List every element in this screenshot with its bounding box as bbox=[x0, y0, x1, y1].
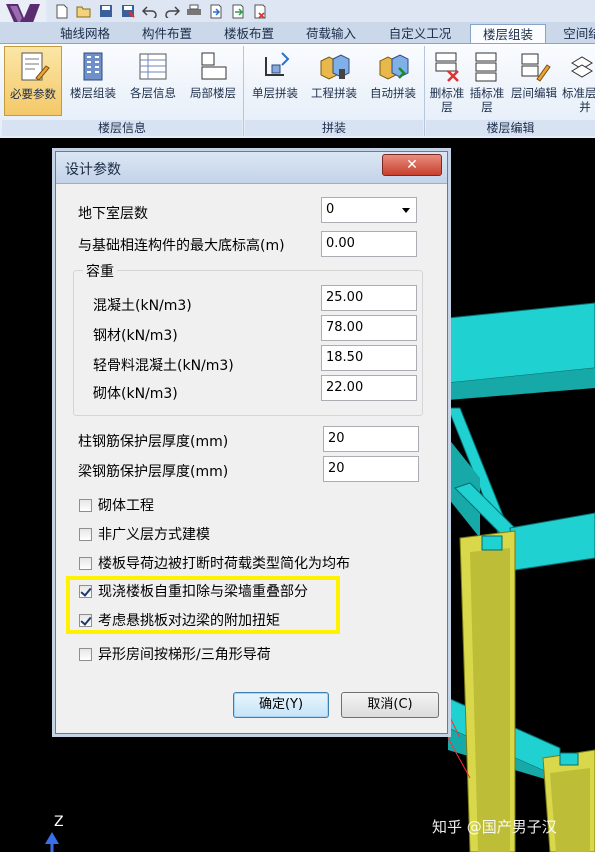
interlayer-edit-icon bbox=[521, 53, 551, 82]
dialog-title: 设计参数 bbox=[65, 162, 121, 178]
close-icon: ✕ bbox=[406, 157, 418, 173]
interlayer-edit-button[interactable]: 层间编辑 bbox=[507, 46, 561, 116]
table-icon bbox=[139, 53, 167, 80]
delete-std-floor-button[interactable]: 删标准层 bbox=[427, 46, 467, 116]
masonry-input[interactable]: 22.00 bbox=[321, 375, 417, 401]
group-separator bbox=[243, 46, 244, 136]
max-bottom-elev-input[interactable]: 0.00 bbox=[321, 231, 417, 257]
column-cap-right bbox=[559, 752, 579, 766]
non-generalized-floor-checkbox[interactable]: 非广义层方式建模 bbox=[79, 525, 210, 543]
steel-input[interactable]: 78.00 bbox=[321, 315, 417, 341]
auto-assembly-button[interactable]: 自动拼装 bbox=[364, 46, 422, 116]
density-group-title: 容重 bbox=[83, 261, 117, 281]
beam-cover-input[interactable]: 20 bbox=[323, 456, 419, 482]
group-label-floor-edit: 楼层编辑 bbox=[426, 120, 595, 136]
basement-select[interactable]: 0 bbox=[321, 197, 417, 223]
group-separator bbox=[424, 46, 425, 136]
steel-label: 钢材(kN/m3) bbox=[93, 328, 178, 344]
highlight-annotation bbox=[66, 576, 340, 634]
new-icon[interactable] bbox=[52, 2, 71, 20]
tab-custom-case[interactable]: 自定义工况 bbox=[376, 24, 464, 43]
undo-icon[interactable] bbox=[140, 2, 159, 20]
floor-assembly-button[interactable]: 楼层组装 bbox=[64, 46, 122, 116]
masonry-project-checkbox[interactable]: 砌体工程 bbox=[79, 496, 154, 514]
masonry-label: 砌体(kN/m3) bbox=[93, 386, 178, 402]
export-icon[interactable] bbox=[228, 2, 247, 20]
tab-load-input[interactable]: 荷载输入 bbox=[294, 24, 368, 43]
insert-std-floor-button[interactable]: 插标准层 bbox=[467, 46, 507, 116]
checkbox-box bbox=[79, 556, 92, 570]
tab-space-structure[interactable]: 空间结 bbox=[552, 24, 595, 43]
delete-floor-icon bbox=[435, 52, 459, 82]
print-icon[interactable] bbox=[184, 2, 203, 20]
column-right-face bbox=[550, 768, 590, 852]
column-cover-input[interactable]: 20 bbox=[323, 426, 419, 452]
checkbox-box bbox=[79, 527, 92, 541]
local-floor-button[interactable]: 局部楼层 bbox=[184, 46, 242, 116]
basement-value: 0 bbox=[326, 202, 335, 217]
import-icon[interactable] bbox=[206, 2, 225, 20]
irregular-room-load-checkbox[interactable]: 异形房间按梯形/三角形导荷 bbox=[79, 645, 271, 663]
cancel-button[interactable]: 取消(C) bbox=[341, 692, 439, 718]
beam-right bbox=[509, 512, 595, 571]
dialog-titlebar[interactable]: 设计参数 ✕ bbox=[56, 152, 447, 184]
beam-cover-label: 梁钢筋保护层厚度(mm) bbox=[78, 464, 229, 480]
ok-button[interactable]: 确定(Y) bbox=[233, 692, 329, 718]
insert-floor-icon bbox=[475, 52, 497, 82]
group-label-assembly: 拼装 bbox=[245, 120, 423, 136]
close-button[interactable]: ✕ bbox=[382, 154, 442, 176]
merge-std-floor-button[interactable]: 标准层合并 bbox=[562, 46, 595, 116]
ribbon-panel: 必要参数 楼层组装 各层信息 局部楼层 单层拼装 工程拼装 自动拼装 删标准层 … bbox=[0, 43, 595, 138]
building-icon bbox=[83, 52, 103, 81]
single-assembly-icon bbox=[265, 52, 290, 76]
merge-floor-icon bbox=[571, 56, 593, 78]
group-label-floor-info: 楼层信息 bbox=[2, 120, 242, 136]
required-params-button[interactable]: 必要参数 bbox=[4, 46, 62, 116]
quick-access-toolbar bbox=[48, 0, 595, 22]
open-icon[interactable] bbox=[74, 2, 93, 20]
max-bottom-elev-label: 与基础相连构件的最大底标高(m) bbox=[78, 238, 285, 254]
lightweight-concrete-label: 轻骨料混凝土(kN/m3) bbox=[93, 358, 234, 374]
project-assembly-button[interactable]: 工程拼装 bbox=[304, 46, 364, 116]
tab-floor-assembly[interactable]: 楼层组装 bbox=[470, 24, 546, 43]
save-as-icon[interactable] bbox=[118, 2, 137, 20]
tab-slab-layout[interactable]: 楼板布置 bbox=[212, 24, 286, 43]
ribbon-tabs: 轴线网格 构件布置 楼板布置 荷载输入 自定义工况 楼层组装 空间结 bbox=[0, 22, 595, 43]
required-params-icon bbox=[21, 52, 50, 81]
basement-label: 地下室层数 bbox=[78, 206, 148, 222]
chevron-down-icon bbox=[402, 208, 410, 213]
axis-z-label: Z bbox=[54, 814, 64, 830]
axis-z-arrow-icon bbox=[45, 832, 59, 844]
save-icon[interactable] bbox=[96, 2, 115, 20]
project-assembly-icon bbox=[320, 54, 350, 80]
redo-icon[interactable] bbox=[162, 2, 181, 20]
checkbox-box bbox=[79, 647, 92, 661]
column-cap bbox=[481, 535, 503, 551]
tab-axis-grid[interactable]: 轴线网格 bbox=[48, 24, 122, 43]
watermark: 知乎 @国产男子汉 bbox=[432, 818, 557, 836]
floor-info-button[interactable]: 各层信息 bbox=[124, 46, 182, 116]
local-floor-icon bbox=[201, 52, 227, 80]
checkbox-box bbox=[79, 498, 92, 512]
concrete-label: 混凝土(kN/m3) bbox=[93, 298, 192, 314]
application-chrome: 轴线网格 构件布置 楼板布置 荷载输入 自定义工况 楼层组装 空间结 必要参数 … bbox=[0, 0, 595, 138]
design-params-dialog: 设计参数 ✕ 地下室层数 0 与基础相连构件的最大底标高(m) 0.00 容重 … bbox=[55, 151, 448, 734]
delete-file-icon[interactable] bbox=[250, 2, 269, 20]
uniform-load-simplify-checkbox[interactable]: 楼板导荷边被打断时荷载类型简化为均布 bbox=[79, 554, 350, 572]
concrete-input[interactable]: 25.00 bbox=[321, 285, 417, 311]
auto-assembly-icon bbox=[379, 54, 409, 80]
column-cover-label: 柱钢筋保护层厚度(mm) bbox=[78, 434, 229, 450]
tab-component-layout[interactable]: 构件布置 bbox=[130, 24, 204, 43]
single-assembly-button[interactable]: 单层拼装 bbox=[246, 46, 304, 116]
lightweight-concrete-input[interactable]: 18.50 bbox=[321, 345, 417, 371]
